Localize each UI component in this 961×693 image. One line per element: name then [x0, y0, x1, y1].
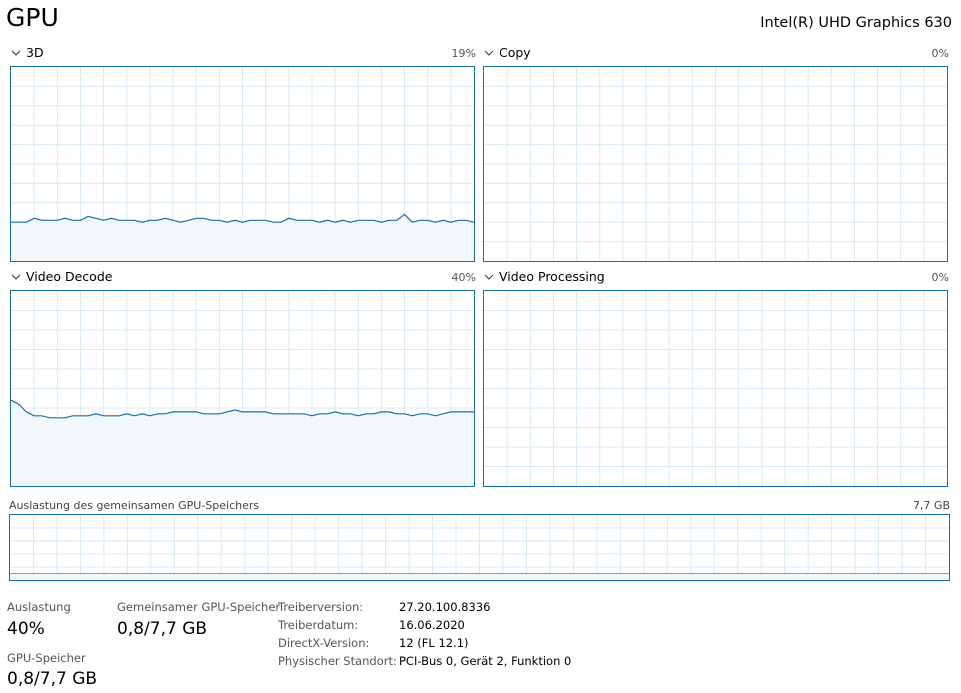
series-shared-memory-area	[10, 574, 949, 580]
driver-version-label: Treiberversion:	[278, 600, 364, 614]
graph-copy-chart	[484, 67, 947, 261]
graph-3d	[10, 66, 475, 262]
graph-3d-chart	[11, 67, 474, 261]
chevron-down-icon[interactable]	[483, 47, 495, 59]
driver-date-label: Treiberdatum:	[278, 618, 359, 632]
shared-gpu-memory-label: Gemeinsamer GPU-Speicher	[117, 600, 281, 614]
physical-location-value: PCI-Bus 0, Gerät 2, Funktion 0	[399, 654, 572, 668]
shared-memory-graph-value: 7,7 GB	[912, 499, 950, 512]
shared-memory-graph-label: Auslastung des gemeinsamen GPU-Speichers	[9, 499, 260, 512]
graph-video-decode	[10, 290, 475, 487]
graph-video-decode-chart	[11, 291, 474, 486]
graph-video-decode-value: 40%	[451, 271, 476, 284]
graph-copy-label: Copy	[499, 45, 531, 60]
page-title: GPU	[6, 3, 59, 32]
chevron-down-icon[interactable]	[483, 271, 495, 283]
driver-version-value: 27.20.100.8336	[399, 600, 491, 614]
graph-video-processing-value: 0%	[931, 271, 949, 284]
chevron-down-icon[interactable]	[10, 47, 22, 59]
gpu-device-name: Intel(R) UHD Graphics 630	[760, 15, 952, 31]
graph-video-decode-label: Video Decode	[26, 269, 113, 284]
graph-3d-label: 3D	[26, 45, 44, 60]
utilization-value: 40%	[7, 619, 45, 639]
directx-version-value: 12 (FL 12.1)	[399, 636, 469, 650]
graph-3d-value: 19%	[451, 47, 476, 60]
driver-date-value: 16.06.2020	[399, 618, 465, 632]
graph-3d-header[interactable]: 3D	[10, 45, 44, 60]
chevron-down-icon[interactable]	[10, 271, 22, 283]
graph-copy-header[interactable]: Copy	[483, 45, 531, 60]
utilization-label: Auslastung	[7, 600, 71, 614]
shared-gpu-memory-value: 0,8/7,7 GB	[117, 619, 208, 639]
graph-video-processing-label: Video Processing	[499, 269, 605, 284]
physical-location-label: Physischer Standort:	[278, 654, 397, 668]
graph-shared-memory	[9, 514, 950, 581]
graph-video-decode-header[interactable]: Video Decode	[10, 269, 112, 284]
gpu-memory-value: 0,8/7,7 GB	[7, 669, 98, 689]
graph-copy	[483, 66, 948, 262]
graph-video-processing	[483, 290, 948, 487]
graph-shared-memory-chart	[10, 515, 949, 580]
graph-video-processing-chart	[484, 291, 947, 486]
graph-copy-value: 0%	[931, 47, 949, 60]
graph-video-processing-header[interactable]: Video Processing	[483, 269, 605, 284]
directx-version-label: DirectX-Version:	[278, 636, 370, 650]
gpu-memory-label: GPU-Speicher	[7, 651, 86, 665]
